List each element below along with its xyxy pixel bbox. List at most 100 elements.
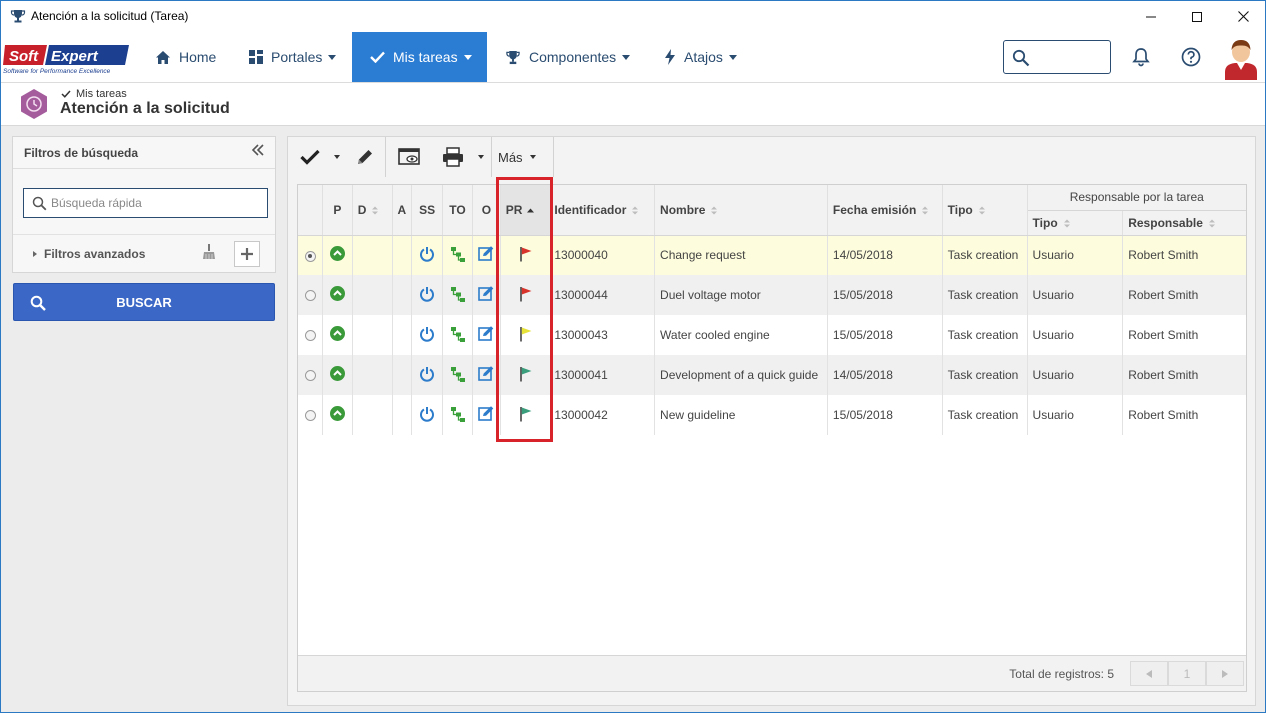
power-icon[interactable] <box>419 406 435 425</box>
cell-to[interactable] <box>442 315 473 355</box>
cell-o[interactable] <box>472 235 501 275</box>
nav-mis-tareas[interactable]: Mis tareas <box>352 32 487 82</box>
cell-ss[interactable] <box>411 355 444 395</box>
collapse-panel-button[interactable] <box>251 143 265 161</box>
cell-pr <box>500 315 553 355</box>
cell-ss[interactable] <box>411 275 444 315</box>
minimize-button[interactable] <box>1128 1 1174 32</box>
nav-home[interactable]: Home <box>155 32 216 82</box>
table-row[interactable]: 13000040 Change request 14/05/2018 Task … <box>298 235 1246 275</box>
workflow-icon[interactable] <box>450 246 466 265</box>
cell-identificador: 13000040 <box>551 235 656 275</box>
task-table: P D A SS TO O PR Identificador Nombre Fe… <box>298 185 1246 435</box>
chevron-down-icon <box>622 54 631 60</box>
notifications-button[interactable] <box>1128 44 1154 70</box>
workflow-icon[interactable] <box>450 406 466 425</box>
column-header-to[interactable]: TO <box>442 185 473 236</box>
row-radio[interactable] <box>304 370 316 382</box>
column-header-resp-tipo[interactable]: Tipo <box>1027 210 1124 236</box>
workflow-icon[interactable] <box>450 286 466 305</box>
column-header-responsable[interactable]: Responsable <box>1122 210 1246 236</box>
execute-dropdown-button[interactable] <box>330 137 344 177</box>
print-dropdown-button[interactable] <box>474 137 488 177</box>
execute-button[interactable] <box>296 137 324 177</box>
nav-atajos[interactable]: Atajos <box>664 32 737 82</box>
power-icon[interactable] <box>419 326 435 345</box>
edit-button[interactable] <box>352 137 378 177</box>
previous-page-button[interactable] <box>1130 661 1168 686</box>
row-radio[interactable] <box>304 290 316 302</box>
quick-search-input[interactable] <box>51 189 261 217</box>
quick-search-field[interactable] <box>23 188 268 218</box>
chevron-right-icon <box>1222 669 1228 678</box>
avatar[interactable] <box>1221 34 1261 80</box>
cell-to[interactable] <box>442 235 473 275</box>
cell-to[interactable] <box>442 275 473 315</box>
global-search-input[interactable] <box>1003 40 1111 74</box>
column-header-p[interactable]: P <box>322 185 353 236</box>
add-filter-button[interactable] <box>234 241 260 267</box>
maximize-button[interactable] <box>1174 1 1220 32</box>
more-button[interactable]: Más <box>498 137 536 177</box>
column-header-tipo[interactable]: Tipo <box>942 185 1028 236</box>
table-row[interactable]: 13000044 Duel voltage motor 15/05/2018 T… <box>298 275 1246 315</box>
cell-o[interactable] <box>472 275 501 315</box>
column-header-d[interactable]: D <box>352 185 393 236</box>
clear-filters-button[interactable] <box>202 244 216 263</box>
row-select[interactable] <box>298 235 324 275</box>
nav-portales[interactable]: Portales <box>249 32 337 82</box>
select-column-header <box>298 185 324 236</box>
chevron-left-icon <box>1146 669 1152 678</box>
row-radio[interactable] <box>304 250 316 262</box>
edit-form-icon[interactable] <box>478 405 495 425</box>
row-select[interactable] <box>298 275 324 315</box>
column-header-ss[interactable]: SS <box>411 185 444 236</box>
column-header-fecha[interactable]: Fecha emisión <box>827 185 943 236</box>
column-header-nombre-label: Nombre <box>660 202 706 217</box>
edit-form-icon[interactable] <box>478 245 495 265</box>
workflow-icon[interactable] <box>450 326 466 345</box>
row-radio[interactable] <box>304 330 316 342</box>
help-button[interactable] <box>1178 44 1204 70</box>
page-number[interactable]: 1 <box>1168 661 1206 686</box>
row-select[interactable] <box>298 355 324 395</box>
print-button[interactable] <box>438 137 468 177</box>
cell-to[interactable] <box>442 395 473 435</box>
close-button[interactable] <box>1220 1 1265 32</box>
power-icon[interactable] <box>419 286 435 305</box>
row-select[interactable] <box>298 315 324 355</box>
softexpert-logo[interactable]: Soft Expert Software for Performance Exc… <box>3 41 131 75</box>
nav-componentes[interactable]: Componentes <box>505 32 631 82</box>
power-icon[interactable] <box>419 366 435 385</box>
column-header-pr[interactable]: PR <box>500 185 553 236</box>
next-page-button[interactable] <box>1206 661 1244 686</box>
view-button[interactable] <box>394 137 424 177</box>
cell-ss[interactable] <box>411 315 444 355</box>
cell-ss[interactable] <box>411 395 444 435</box>
row-select[interactable] <box>298 395 324 435</box>
column-header-identificador[interactable]: Identificador <box>551 185 656 236</box>
breadcrumb[interactable]: Mis tareas <box>61 88 127 100</box>
advanced-filters-toggle[interactable]: Filtros avanzados <box>33 247 145 261</box>
table-row[interactable]: 13000041 Development of a quick guide 14… <box>298 355 1246 395</box>
cell-o[interactable] <box>472 395 501 435</box>
table-row[interactable]: 13000042 New guideline 15/05/2018 Task c… <box>298 395 1246 435</box>
edit-form-icon[interactable] <box>478 285 495 305</box>
edit-form-icon[interactable] <box>478 365 495 385</box>
row-radio[interactable] <box>304 410 316 422</box>
power-icon[interactable] <box>419 246 435 265</box>
column-header-o[interactable]: O <box>472 185 501 236</box>
search-button[interactable]: BUSCAR <box>13 283 275 321</box>
app-window: Atención a la solicitud (Tarea) Soft Exp… <box>0 0 1266 713</box>
column-header-nombre[interactable]: Nombre <box>654 185 828 236</box>
workflow-icon[interactable] <box>450 366 466 385</box>
edit-form-icon[interactable] <box>478 325 495 345</box>
table-row[interactable]: 13000043 Water cooled engine 15/05/2018 … <box>298 315 1246 355</box>
cell-o[interactable] <box>472 355 501 395</box>
cell-o[interactable] <box>472 315 501 355</box>
cell-ss[interactable] <box>411 235 444 275</box>
column-header-a[interactable]: A <box>392 185 413 236</box>
cell-to[interactable] <box>442 355 473 395</box>
task-table-body: 13000040 Change request 14/05/2018 Task … <box>298 235 1246 435</box>
cell-p <box>322 395 353 435</box>
